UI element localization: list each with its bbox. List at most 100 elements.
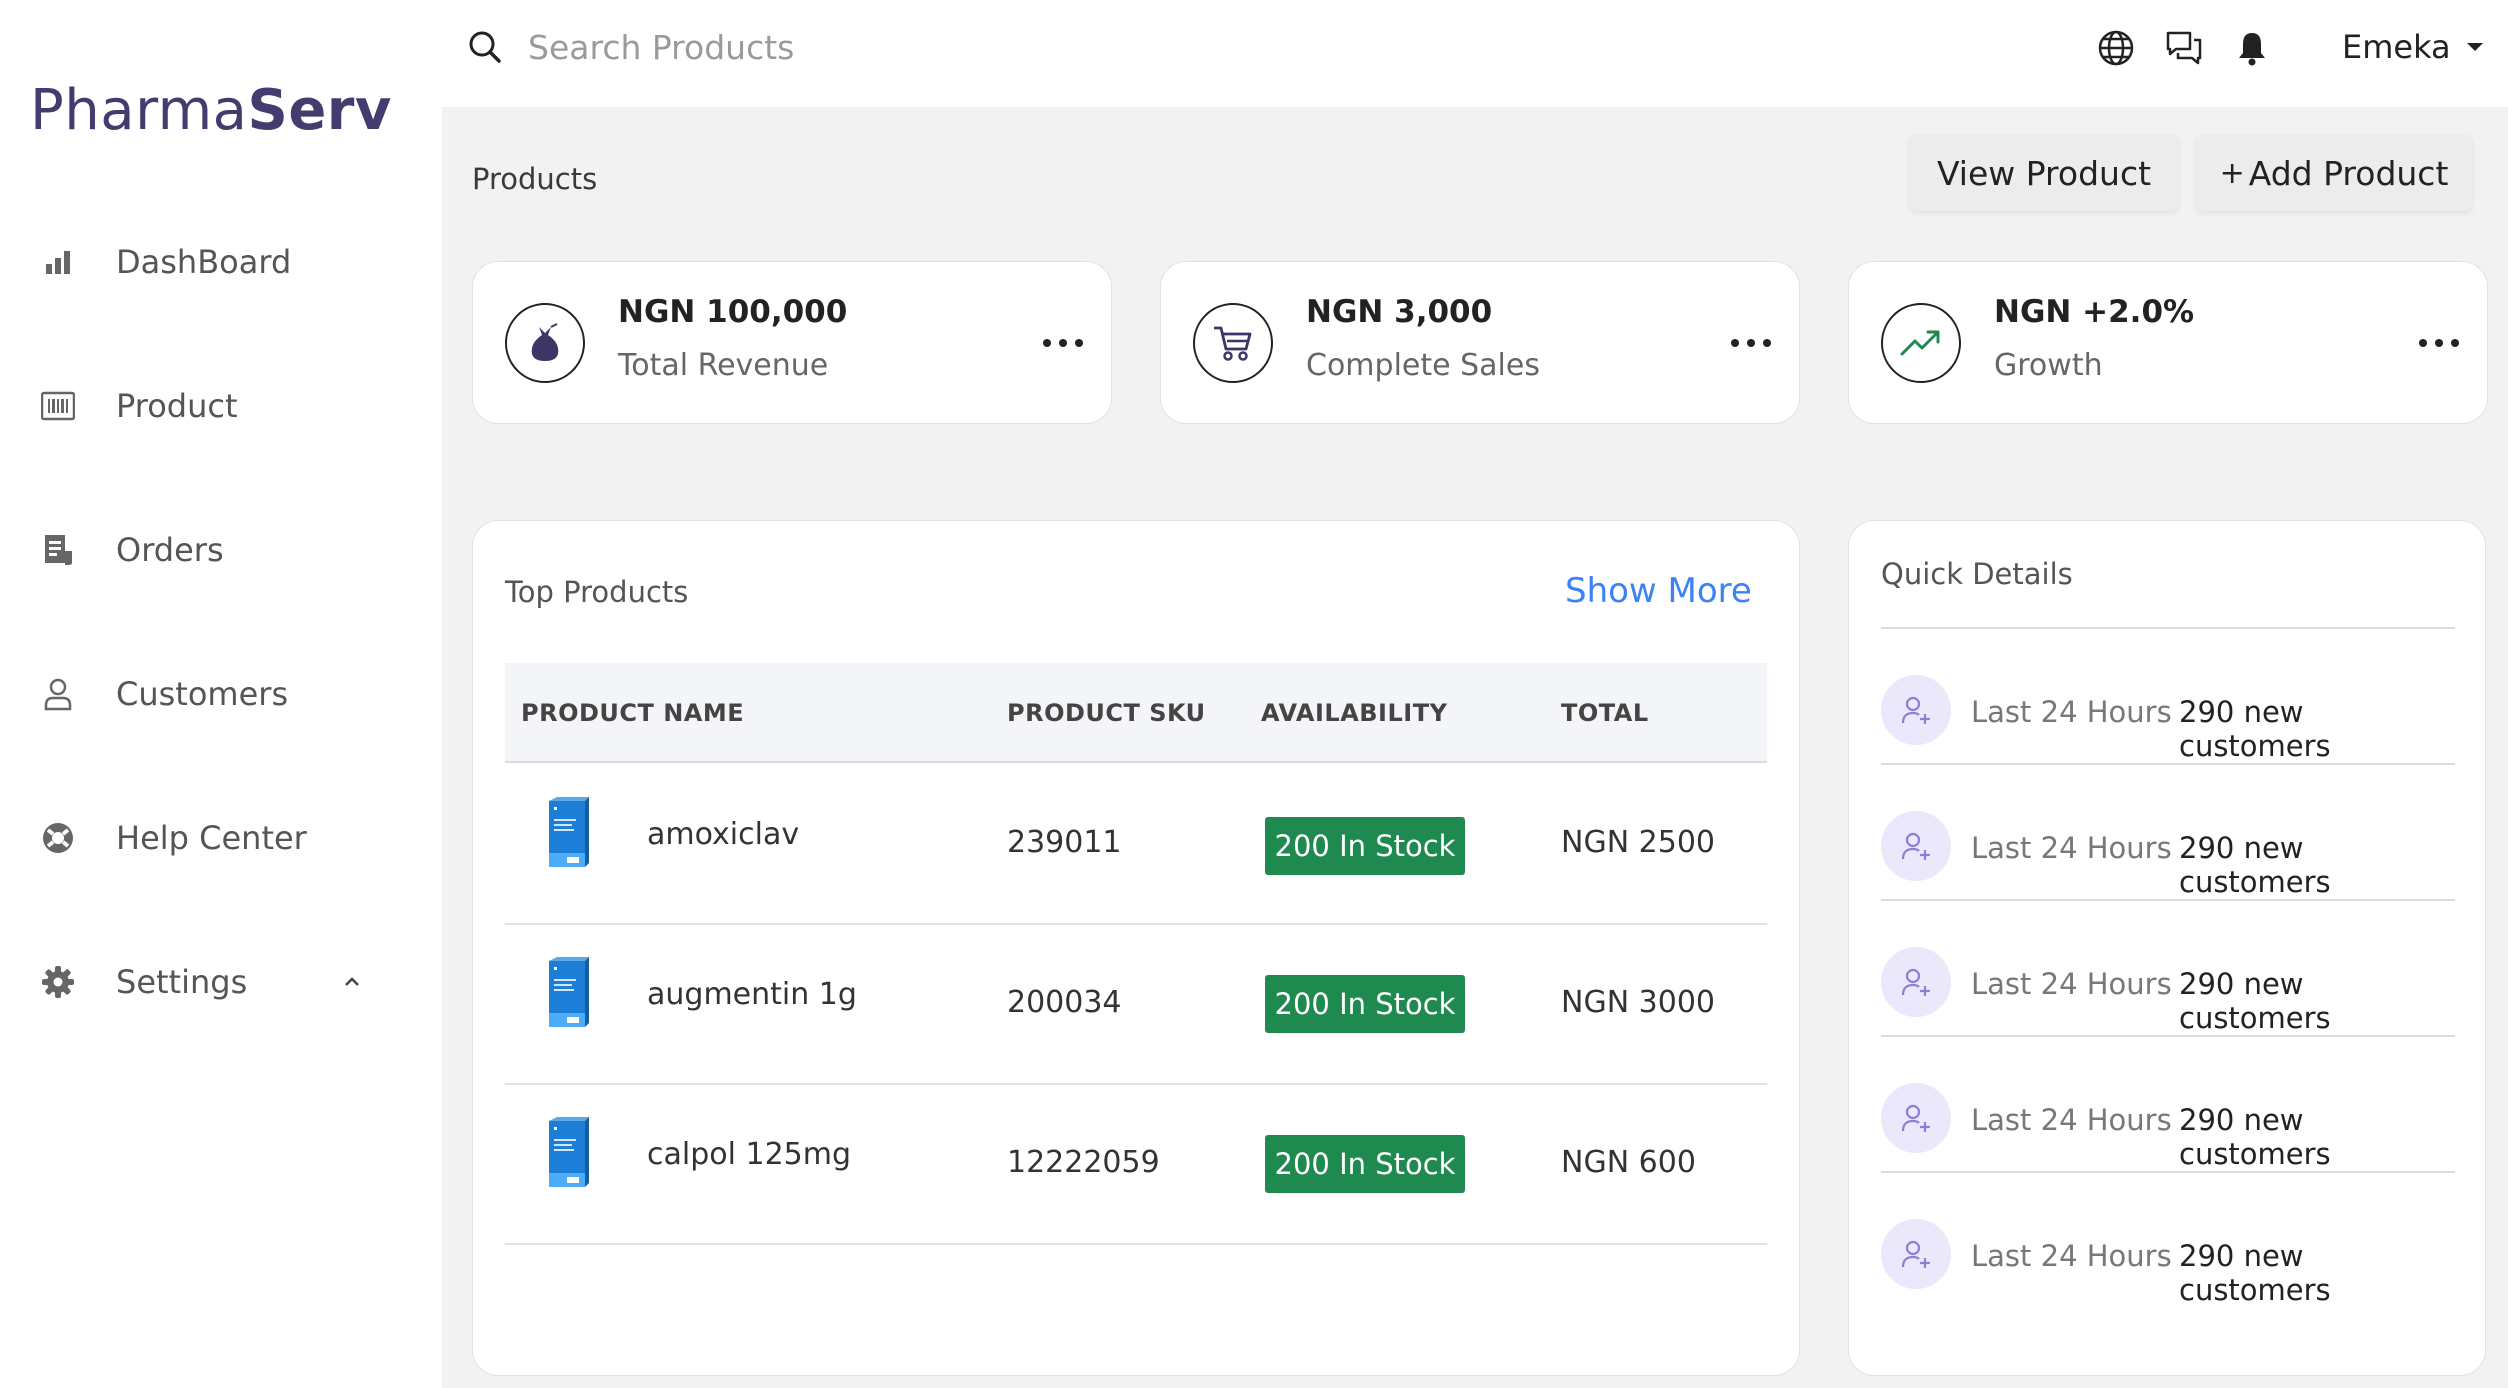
quick-detail-label: Last 24 Hours [1971,831,2172,865]
stat-card-sales: NGN 3,000 Complete Sales [1160,261,1800,424]
search-input[interactable] [528,20,1228,74]
sidebar-item-label: DashBoard [116,243,292,281]
quick-detail-value: 290 new customers [2179,1103,2331,1171]
sidebar: PharmaServ DashBoard Product Orders Cust… [0,0,442,1388]
sidebar-item-label: Orders [116,531,224,569]
lifebuoy-icon [40,820,76,856]
stat-label: Total Revenue [618,348,829,383]
quick-detail-label: Last 24 Hours [1971,1239,2172,1273]
sidebar-item-label: Product [116,387,238,425]
user-icon [40,676,76,712]
stat-value: NGN +2.0% [1994,294,2195,330]
quick-detail-label: Last 24 Hours [1971,1103,2172,1137]
top-products-title: Top Products [505,575,689,609]
column-header[interactable]: TOTAL [1561,699,1649,727]
more-options-icon[interactable] [1043,328,1083,358]
view-product-button[interactable]: View Product [1910,135,2178,211]
sidebar-item-orders[interactable]: Orders [0,510,442,590]
show-more-link[interactable]: Show More [1565,571,1752,611]
stat-label: Growth [1994,348,2103,383]
availability-badge: 200 In Stock [1265,817,1465,875]
product-name: augmentin 1g [647,977,857,1012]
add-product-button[interactable]: + Add Product [2196,135,2472,211]
product-total: NGN 600 [1561,1145,1696,1180]
caret-down-icon [2465,38,2485,57]
cart-icon [1193,303,1273,383]
product-name: calpol 125mg [647,1137,852,1172]
table-row[interactable]: amoxiclav 239011 200 In Stock NGN 2500 [505,765,1767,925]
table-row[interactable]: augmentin 1g 200034 200 In Stock NGN 300… [505,925,1767,1085]
user-add-icon [1881,947,1951,1017]
globe-icon[interactable] [2096,28,2136,68]
sidebar-item-product[interactable]: Product [0,366,442,446]
chevron-up-icon[interactable] [338,968,366,996]
product-total: NGN 3000 [1561,985,1716,1020]
user-add-icon [1881,675,1951,745]
user-menu[interactable]: Emeka [2342,22,2485,72]
table-header: PRODUCT NAME PRODUCT SKU AVAILABILITY TO… [505,663,1767,763]
table-row[interactable]: calpol 125mg 12222059 200 In Stock NGN 6… [505,1085,1767,1245]
top-products-card: Top Products Show More PRODUCT NAME PROD… [472,520,1800,1376]
brand-name-light: Pharma [30,78,248,143]
column-header[interactable]: PRODUCT SKU [1007,699,1206,727]
more-options-icon[interactable] [2419,328,2459,358]
user-name: Emeka [2342,28,2451,66]
sidebar-item-dashboard[interactable]: DashBoard [0,222,442,302]
brand-name-bold: Serv [247,78,392,143]
product-box-icon [545,955,591,1031]
bell-icon[interactable] [2232,28,2272,68]
list-item: Last 24 Hours 290 new customers [1881,1173,2455,1309]
product-sku: 239011 [1007,825,1122,860]
top-bar: Emeka [442,0,2508,107]
sidebar-item-label: Help Center [116,819,307,857]
stat-card-revenue: NGN 100,000 Total Revenue [472,261,1112,424]
user-add-icon [1881,1083,1951,1153]
bar-chart-icon [40,244,76,280]
product-box-icon [545,795,591,871]
stat-value: NGN 100,000 [618,294,848,330]
trending-up-icon [1881,303,1961,383]
plus-icon: + [2219,155,2245,191]
list-item: Last 24 Hours 290 new customers [1881,629,2455,765]
brand-logo[interactable]: PharmaServ [30,78,392,143]
product-box-icon [545,1115,591,1191]
sidebar-item-settings[interactable]: Settings [0,942,442,1022]
quick-detail-value: 290 new customers [2179,967,2331,1035]
page-title: Products [472,162,598,196]
product-sku: 200034 [1007,985,1122,1020]
list-item: Last 24 Hours 290 new customers [1881,765,2455,901]
search-icon[interactable] [466,28,504,66]
sidebar-item-label: Settings [116,963,248,1001]
document-icon [40,532,76,568]
quick-details-title: Quick Details [1881,557,2073,591]
gear-icon [40,964,76,1000]
column-header[interactable]: AVAILABILITY [1261,699,1447,727]
column-header[interactable]: PRODUCT NAME [521,699,744,727]
more-options-icon[interactable] [1731,328,1771,358]
add-product-label: Add Product [2248,153,2449,193]
quick-detail-value: 290 new customers [2179,831,2331,899]
product-total: NGN 2500 [1561,825,1716,860]
money-bag-icon [505,303,585,383]
stat-card-growth: NGN +2.0% Growth [1848,261,2488,424]
stat-label: Complete Sales [1306,348,1540,383]
user-add-icon [1881,811,1951,881]
quick-detail-label: Last 24 Hours [1971,967,2172,1001]
list-item: Last 24 Hours 290 new customers [1881,1037,2455,1173]
quick-details-card: Quick Details Last 24 Hours 290 new cust… [1848,520,2486,1376]
availability-badge: 200 In Stock [1265,1135,1465,1193]
sidebar-item-help-center[interactable]: Help Center [0,798,442,878]
quick-detail-value: 290 new customers [2179,695,2331,763]
product-sku: 12222059 [1007,1145,1160,1180]
stat-value: NGN 3,000 [1306,294,1493,330]
chat-icon[interactable] [2164,28,2204,68]
barcode-icon [40,388,76,424]
sidebar-item-customers[interactable]: Customers [0,654,442,734]
quick-detail-value: 290 new customers [2179,1239,2331,1307]
availability-badge: 200 In Stock [1265,975,1465,1033]
user-add-icon [1881,1219,1951,1289]
list-item: Last 24 Hours 290 new customers [1881,901,2455,1037]
quick-detail-label: Last 24 Hours [1971,695,2172,729]
product-name: amoxiclav [647,817,800,852]
sidebar-item-label: Customers [116,675,289,713]
